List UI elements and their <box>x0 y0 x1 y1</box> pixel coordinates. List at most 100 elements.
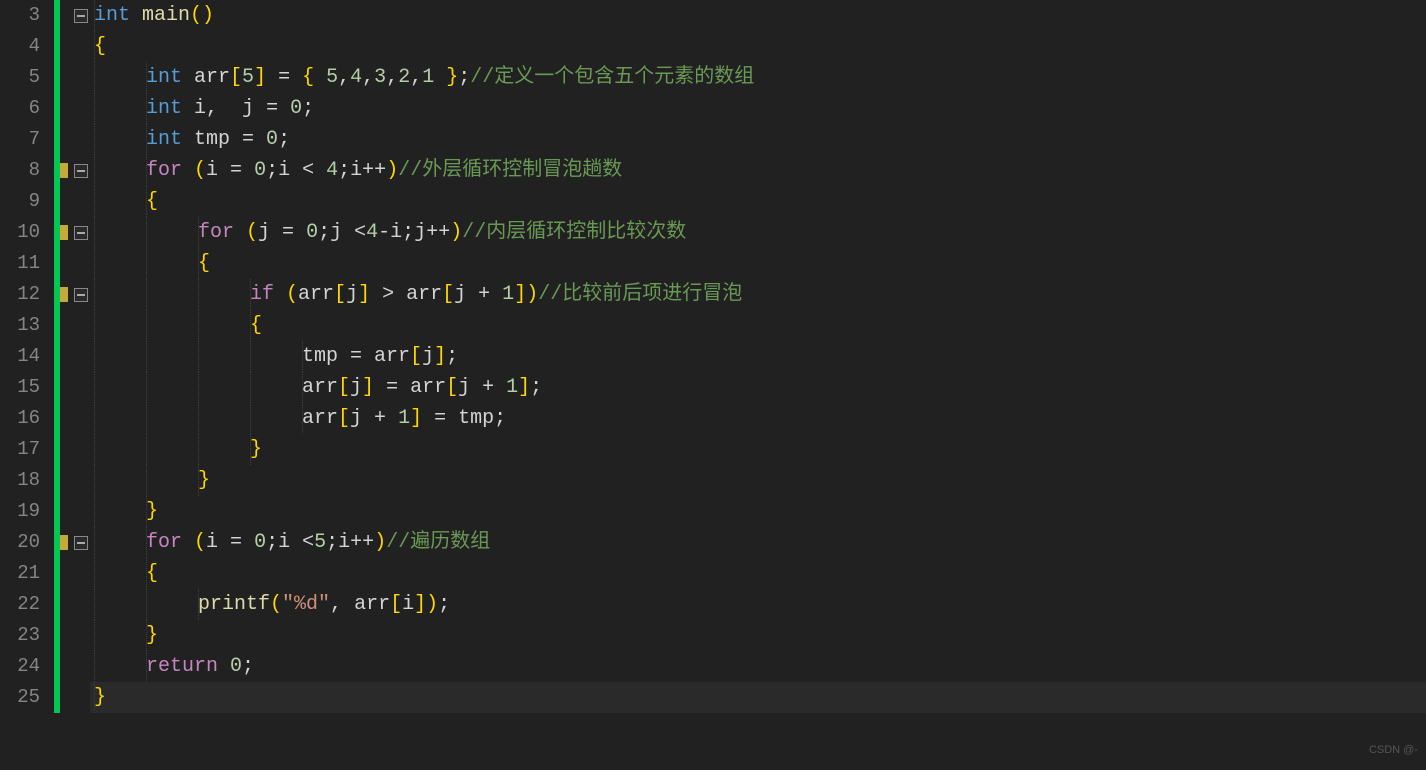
token-op: ++ <box>362 159 386 182</box>
code-line[interactable]: for (j = 0;j <4-i;j++)//内层循环控制比较次数 <box>90 217 1426 248</box>
code-editor[interactable]: 345678910111213141516171819202122232425 … <box>0 0 1426 770</box>
token-id: j <box>454 283 466 306</box>
breakpoint-cell[interactable] <box>60 589 72 620</box>
token-type: int <box>146 128 194 151</box>
fold-collapse-icon[interactable] <box>74 288 88 302</box>
fold-cell[interactable] <box>72 496 90 527</box>
line-number-gutter[interactable]: 345678910111213141516171819202122232425 <box>0 0 54 770</box>
token-br: ( <box>286 283 298 306</box>
fold-cell[interactable] <box>72 558 90 589</box>
token-op: ++ <box>426 221 450 244</box>
fold-cell[interactable] <box>72 527 90 558</box>
token-br: { <box>250 314 262 337</box>
fold-collapse-icon[interactable] <box>74 226 88 240</box>
code-area[interactable]: int main(){int arr[5] = { 5,4,3,2,1 };//… <box>90 0 1426 770</box>
fold-gutter[interactable] <box>72 0 90 770</box>
token-br: [ <box>338 407 350 430</box>
breakpoint-cell[interactable] <box>60 341 72 372</box>
token-br: ] <box>514 283 526 306</box>
code-line[interactable]: { <box>90 310 1426 341</box>
code-line[interactable]: return 0; <box>90 651 1426 682</box>
code-line[interactable]: arr[j] = arr[j + 1]; <box>90 372 1426 403</box>
fold-cell[interactable] <box>72 248 90 279</box>
breakpoint-cell[interactable] <box>60 527 72 558</box>
breakpoint-cell[interactable] <box>60 124 72 155</box>
breakpoint-cell[interactable] <box>60 155 72 186</box>
code-line[interactable]: int main() <box>90 0 1426 31</box>
line-number: 19 <box>0 496 40 527</box>
fold-cell[interactable] <box>72 62 90 93</box>
fold-cell[interactable] <box>72 620 90 651</box>
code-line[interactable]: { <box>90 31 1426 62</box>
token-br: ) <box>386 159 398 182</box>
code-line[interactable]: for (i = 0;i <5;i++)//遍历数组 <box>90 527 1426 558</box>
line-number: 23 <box>0 620 40 651</box>
fold-cell[interactable] <box>72 93 90 124</box>
token-id: arr <box>302 407 338 430</box>
breakpoint-cell[interactable] <box>60 651 72 682</box>
fold-cell[interactable] <box>72 403 90 434</box>
breakpoint-cell[interactable] <box>60 217 72 248</box>
breakpoint-cell[interactable] <box>60 279 72 310</box>
fold-cell[interactable] <box>72 341 90 372</box>
fold-cell[interactable] <box>72 434 90 465</box>
code-line[interactable]: } <box>90 496 1426 527</box>
breakpoint-cell[interactable] <box>60 620 72 651</box>
breakpoint-cell[interactable] <box>60 682 72 713</box>
fold-cell[interactable] <box>72 217 90 248</box>
code-line[interactable]: } <box>90 434 1426 465</box>
fold-cell[interactable] <box>72 0 90 31</box>
token-br: [ <box>446 376 458 399</box>
breakpoint-cell[interactable] <box>60 496 72 527</box>
code-line[interactable]: int i, j = 0; <box>90 93 1426 124</box>
fold-cell[interactable] <box>72 279 90 310</box>
breakpoint-cell[interactable] <box>60 465 72 496</box>
code-line[interactable]: { <box>90 248 1426 279</box>
code-line[interactable]: if (arr[j] > arr[j + 1])//比较前后项进行冒泡 <box>90 279 1426 310</box>
fold-cell[interactable] <box>72 465 90 496</box>
breakpoint-cell[interactable] <box>60 558 72 589</box>
token-br: ( <box>270 593 282 616</box>
breakpoint-cell[interactable] <box>60 310 72 341</box>
fold-cell[interactable] <box>72 310 90 341</box>
indent-guide <box>198 248 199 279</box>
breakpoint-cell[interactable] <box>60 93 72 124</box>
indent-guide <box>146 527 147 558</box>
code-line[interactable]: printf("%d", arr[i]); <box>90 589 1426 620</box>
breakpoint-cell[interactable] <box>60 248 72 279</box>
indent-guide <box>146 403 147 434</box>
breakpoint-cell[interactable] <box>60 403 72 434</box>
fold-collapse-icon[interactable] <box>74 164 88 178</box>
code-line[interactable]: tmp = arr[j]; <box>90 341 1426 372</box>
indent-guide <box>250 372 251 403</box>
breakpoint-gutter[interactable] <box>60 0 72 770</box>
code-line[interactable]: } <box>90 465 1426 496</box>
fold-cell[interactable] <box>72 372 90 403</box>
code-line[interactable]: int arr[5] = { 5,4,3,2,1 };//定义一个包含五个元素的… <box>90 62 1426 93</box>
fold-collapse-icon[interactable] <box>74 536 88 550</box>
breakpoint-cell[interactable] <box>60 31 72 62</box>
fold-cell[interactable] <box>72 186 90 217</box>
code-line[interactable]: for (i = 0;i < 4;i++)//外层循环控制冒泡趟数 <box>90 155 1426 186</box>
code-line[interactable]: } <box>90 620 1426 651</box>
token-cmt: //比较前后项进行冒泡 <box>538 283 742 306</box>
breakpoint-cell[interactable] <box>60 0 72 31</box>
breakpoint-cell[interactable] <box>60 186 72 217</box>
code-line[interactable]: { <box>90 558 1426 589</box>
fold-cell[interactable] <box>72 31 90 62</box>
fold-cell[interactable] <box>72 651 90 682</box>
breakpoint-cell[interactable] <box>60 434 72 465</box>
fold-cell[interactable] <box>72 682 90 713</box>
fold-cell[interactable] <box>72 124 90 155</box>
fold-cell[interactable] <box>72 155 90 186</box>
breakpoint-cell[interactable] <box>60 62 72 93</box>
code-line[interactable]: { <box>90 186 1426 217</box>
code-line[interactable]: arr[j + 1] = tmp; <box>90 403 1426 434</box>
indent-guide <box>250 434 251 465</box>
fold-collapse-icon[interactable] <box>74 9 88 23</box>
code-line[interactable]: int tmp = 0; <box>90 124 1426 155</box>
line-number: 11 <box>0 248 40 279</box>
fold-cell[interactable] <box>72 589 90 620</box>
code-line[interactable]: } <box>90 682 1426 713</box>
breakpoint-cell[interactable] <box>60 372 72 403</box>
